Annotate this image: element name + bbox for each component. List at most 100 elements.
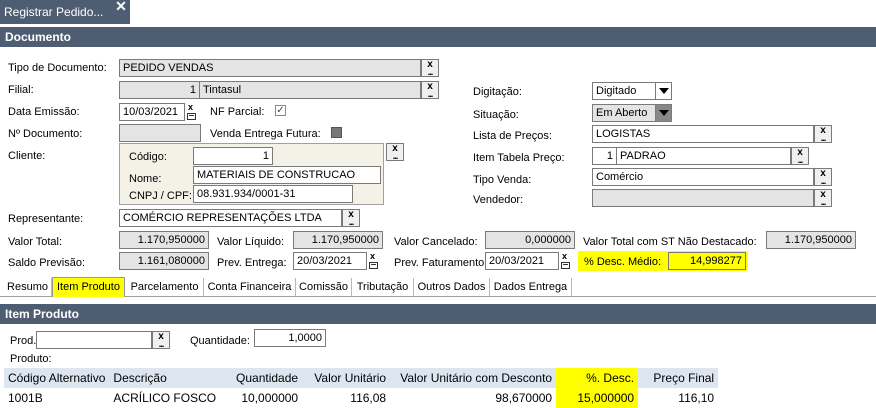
item-tabela-preco-field[interactable]: PADRAO [616, 147, 791, 165]
valor-liquido-label: Valor Líquido: [217, 236, 285, 248]
lista-precos-field[interactable]: LOGISTAS [592, 125, 814, 143]
prod-lookup-button[interactable]: x... [152, 331, 170, 349]
valor-liquido-field: 1.170,950000 [293, 231, 383, 249]
tab-item-produto[interactable]: Item Produto [52, 277, 125, 297]
tab-resumo[interactable]: Resumo [4, 278, 52, 296]
vendedor-field[interactable] [592, 189, 814, 207]
ellipsis-icon: ... [348, 217, 355, 227]
document-tab[interactable]: Registrar Pedido... [0, 0, 130, 24]
prev-entrega-label: Prev. Entrega: [217, 257, 287, 269]
vendedor-label: Vendedor: [473, 194, 524, 206]
section-header-item-produto: Item Produto [0, 304, 876, 324]
prev-faturamento-field[interactable]: 20/03/2021 [485, 252, 559, 270]
calendar-icon[interactable]: x [368, 252, 380, 270]
table-row[interactable]: 1001B ACRÍLICO FOSCO 10,000000 116,08 98… [4, 388, 718, 408]
cliente-label: Cliente: [8, 150, 46, 162]
cell-codigo: 1001B [8, 391, 43, 405]
col-codigo-alternativo[interactable]: Código Alternativo [4, 368, 110, 388]
tab-outros-dados[interactable]: Outros Dados [414, 278, 490, 296]
tab-comissao[interactable]: Comissão [296, 278, 352, 296]
cnpj-label: CNPJ / CPF: [129, 190, 192, 202]
cell-valor-unitario-desconto: 98,670000 [495, 391, 553, 405]
calendar-icon[interactable]: x [560, 252, 572, 270]
cell-descricao: ACRÍLICO FOSCO [113, 391, 217, 405]
representante-field[interactable]: COMÉRCIO REPRESENTAÇÕES LTDA [119, 209, 342, 227]
col-descricao[interactable]: Descrição [109, 368, 221, 388]
cell-quantidade: 10,000000 [241, 391, 299, 405]
representante-label: Representante: [8, 213, 84, 225]
col-quantidade[interactable]: Quantidade [220, 368, 303, 388]
lista-precos-lookup-button[interactable]: x... [814, 125, 832, 143]
prod-label: Prod.: [10, 335, 40, 347]
quantidade-label: Quantidade: [190, 335, 250, 347]
calendar-icon[interactable]: x [186, 103, 198, 121]
cliente-codigo-field[interactable]: 1 [193, 147, 273, 165]
lista-precos-label: Lista de Preços: [473, 130, 552, 142]
digitacao-label: Digitação: [473, 86, 522, 98]
num-documento-field[interactable] [119, 124, 201, 142]
tab-tributacao[interactable]: Tributação [352, 278, 414, 296]
cliente-cnpj-field[interactable]: 08.931.934/0001-31 [193, 185, 353, 203]
ellipsis-icon: ... [427, 89, 434, 99]
digitacao-value: Digitado [596, 85, 637, 97]
num-documento-label: Nº Documento: [8, 128, 83, 140]
col-valor-unitario-desconto[interactable]: Valor Unitário com Desconto [390, 368, 557, 388]
filial-name-field[interactable]: Tintasul [199, 81, 421, 99]
tipo-venda-label: Tipo Venda: [473, 174, 532, 186]
tipo-documento-label: Tipo de Documento: [8, 62, 107, 74]
filial-code-field[interactable]: 1 [119, 81, 200, 99]
tab-conta-financeira[interactable]: Conta Financeira [204, 278, 296, 296]
item-grid: Código Alternativo Descrição Quantidade … [4, 368, 719, 408]
valor-cancelado-label: Valor Cancelado: [394, 236, 478, 248]
ellipsis-icon: ... [797, 155, 804, 165]
tipo-documento-lookup-button[interactable]: x... [421, 59, 439, 77]
tab-parcelamento[interactable]: Parcelamento [126, 278, 204, 296]
item-tabela-preco-label: Item Tabela Preço: [473, 152, 565, 164]
prod-field[interactable] [36, 331, 152, 349]
cliente-nome-field[interactable]: MATERIAIS DE CONSTRUCAO [193, 166, 381, 184]
ellipsis-icon: ... [820, 176, 827, 186]
nf-parcial-label: NF Parcial: [210, 106, 265, 118]
chevron-down-icon [655, 105, 671, 121]
vendedor-lookup-button[interactable]: x... [814, 189, 832, 207]
situacao-label: Situação: [473, 109, 519, 121]
codigo-label: Código: [129, 151, 167, 163]
ellipsis-icon: ... [820, 197, 827, 207]
filial-lookup-button[interactable]: x... [421, 81, 439, 99]
col-preco-final[interactable]: Preço Final [638, 368, 719, 388]
situacao-select[interactable]: Em Aberto [592, 104, 672, 122]
desc-medio-field: 14,998277 [668, 252, 746, 270]
desc-medio-label: % Desc. Médio: [584, 256, 662, 268]
digitacao-select[interactable]: Digitado [592, 82, 672, 100]
grid-header-row: Código Alternativo Descrição Quantidade … [4, 368, 719, 388]
prev-entrega-field[interactable]: 20/03/2021 [293, 252, 367, 270]
valor-cancelado-field: 0,000000 [485, 231, 575, 249]
tipo-venda-field[interactable]: Comércio [592, 168, 814, 186]
valor-total-st-label: Valor Total com ST Não Destacado: [583, 236, 757, 248]
quantidade-field[interactable]: 1,0000 [254, 329, 326, 347]
prev-faturamento-label: Prev. Faturamento: [394, 257, 488, 269]
cell-valor-unitario: 116,08 [350, 391, 387, 405]
section-header-documento: Documento [0, 27, 876, 47]
item-tabela-preco-lookup-button[interactable]: x... [791, 147, 809, 165]
nf-parcial-checkbox[interactable]: ✓ [275, 105, 286, 116]
saldo-previsao-label: Saldo Previsão: [8, 257, 86, 269]
venda-entrega-futura-checkbox[interactable] [331, 127, 342, 138]
tipo-documento-field[interactable]: PEDIDO VENDAS [119, 59, 421, 77]
item-tabela-preco-code-field[interactable]: 1 [592, 147, 617, 165]
data-emissao-field[interactable]: 10/03/2021 [119, 103, 185, 121]
tipo-venda-lookup-button[interactable]: x... [814, 168, 832, 186]
valor-total-label: Valor Total: [8, 236, 63, 248]
ellipsis-icon: ... [392, 151, 399, 161]
close-tab-icon[interactable]: ✕ [114, 0, 128, 14]
col-valor-unitario[interactable]: Valor Unitário [302, 368, 391, 388]
col-desc[interactable]: %. Desc. [556, 368, 639, 388]
situacao-value: Em Aberto [596, 107, 648, 119]
data-emissao-label: Data Emissão: [8, 106, 80, 118]
representante-lookup-button[interactable]: x... [342, 209, 360, 227]
tab-dados-entrega[interactable]: Dados Entrega [490, 278, 572, 296]
cliente-lookup-button[interactable]: x... [386, 143, 404, 161]
saldo-previsao-field: 1.161,080000 [119, 252, 209, 270]
venda-entrega-futura-label: Venda Entrega Futura: [210, 128, 321, 140]
ellipsis-icon: ... [158, 339, 165, 349]
